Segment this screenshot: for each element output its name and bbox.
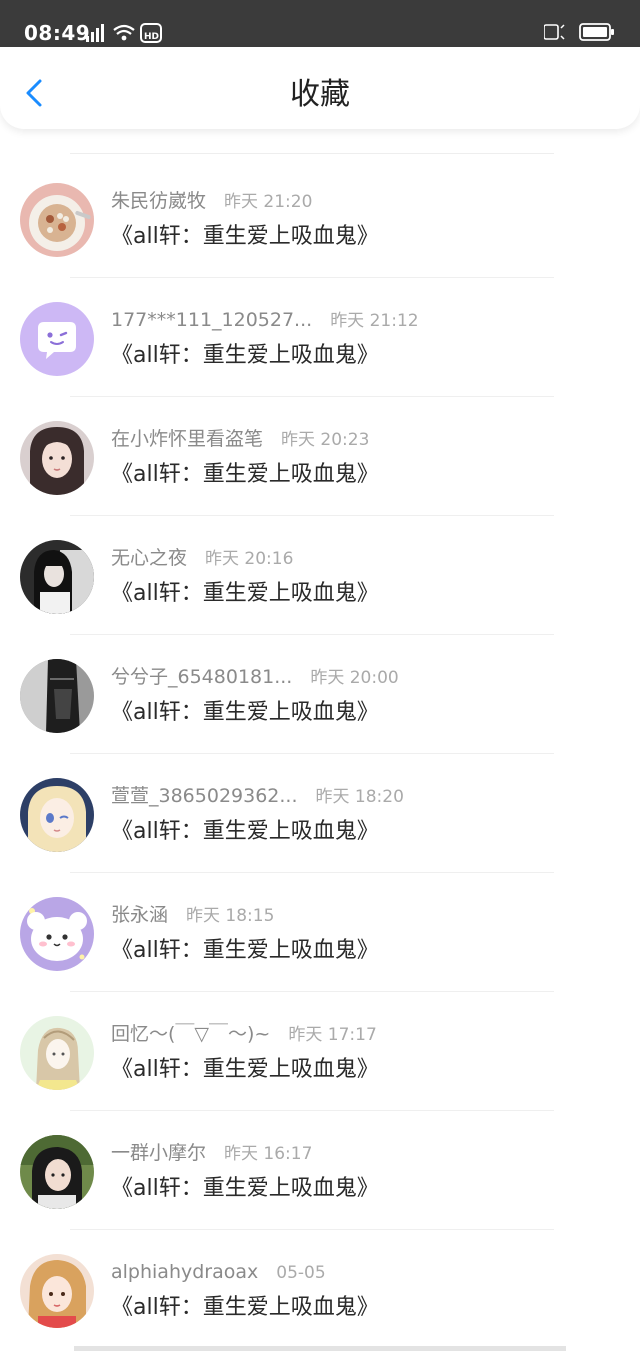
username: 朱民彷崴牧 <box>111 190 207 212</box>
item-meta: 萱萱_3865029362... 昨天 18:20 <box>111 783 404 810</box>
avatar <box>20 1254 94 1328</box>
avatar <box>20 1135 94 1209</box>
username: 回忆～(￣▽￣～)~ <box>111 1023 271 1045</box>
book-title: 《all轩：重生爱上吸血鬼》 <box>111 700 379 725</box>
book-title: 《all轩：重生爱上吸血鬼》 <box>111 1057 379 1082</box>
list-item[interactable]: 张永涵 昨天 18:15 《all轩：重生爱上吸血鬼》 <box>0 873 640 992</box>
item-meta: 在小炸怀里看盗笔 昨天 20:23 <box>111 426 369 453</box>
list-item[interactable]: 回忆～(￣▽￣～)~ 昨天 17:17 《all轩：重生爱上吸血鬼》 <box>0 992 640 1111</box>
list-item[interactable]: 177***111_120527... 昨天 21:12 《all轩：重生爱上吸血… <box>0 278 640 397</box>
avatar <box>20 302 94 376</box>
avatar <box>20 659 94 733</box>
username: 无心之夜 <box>111 547 188 569</box>
timestamp: 昨天 16:17 <box>224 1144 313 1164</box>
username: 177***111_120527... <box>111 309 313 331</box>
username: 张永涵 <box>111 904 169 926</box>
book-title: 《all轩：重生爱上吸血鬼》 <box>111 938 379 963</box>
book-title: 《all轩：重生爱上吸血鬼》 <box>111 581 379 606</box>
list-item[interactable]: 无心之夜 昨天 20:16 《all轩：重生爱上吸血鬼》 <box>0 516 640 635</box>
list-item[interactable]: 在小炸怀里看盗笔 昨天 20:23 《all轩：重生爱上吸血鬼》 <box>0 397 640 516</box>
timestamp: 昨天 18:20 <box>315 787 404 807</box>
item-meta: 朱民彷崴牧 昨天 21:20 <box>111 188 312 215</box>
avatar <box>20 540 94 614</box>
list-item[interactable]: 朱民彷崴牧 昨天 21:20 《all轩：重生爱上吸血鬼》 <box>0 159 640 278</box>
item-meta: alphiahydraoax 05-05 <box>111 1259 326 1286</box>
status-bar: 08:49 HD <box>0 0 640 47</box>
book-title: 《all轩：重生爱上吸血鬼》 <box>111 462 379 487</box>
timestamp: 昨天 20:16 <box>205 549 294 569</box>
book-title: 《all轩：重生爱上吸血鬼》 <box>111 224 379 249</box>
avatar <box>20 1016 94 1090</box>
item-meta: 177***111_120527... 昨天 21:12 <box>111 307 419 334</box>
timestamp: 昨天 20:23 <box>281 430 370 450</box>
avatar <box>20 183 94 257</box>
username: 在小炸怀里看盗笔 <box>111 428 264 450</box>
timestamp: 05-05 <box>276 1263 326 1283</box>
item-meta: 兮兮子_65480181... 昨天 20:00 <box>111 664 399 691</box>
avatar <box>20 778 94 852</box>
timestamp: 昨天 18:15 <box>186 906 275 926</box>
list-item[interactable]: 萱萱_3865029362... 昨天 18:20 《all轩：重生爱上吸血鬼》 <box>0 754 640 873</box>
username: 萱萱_3865029362... <box>111 785 298 807</box>
timestamp: 昨天 21:12 <box>330 311 419 331</box>
username: alphiahydraoax <box>111 1261 259 1283</box>
bottom-scroll-edge <box>74 1346 566 1351</box>
item-meta: 无心之夜 昨天 20:16 <box>111 545 293 572</box>
username: 一群小摩尔 <box>111 1142 207 1164</box>
book-title: 《all轩：重生爱上吸血鬼》 <box>111 343 379 368</box>
username: 兮兮子_65480181... <box>111 666 293 688</box>
battery-icon <box>543 22 616 46</box>
item-meta: 张永涵 昨天 18:15 <box>111 902 274 929</box>
item-meta: 回忆～(￣▽￣～)~ 昨天 17:17 <box>111 1021 377 1048</box>
timestamp: 昨天 20:00 <box>310 668 399 688</box>
divider <box>70 153 554 154</box>
list-item[interactable]: 兮兮子_65480181... 昨天 20:00 《all轩：重生爱上吸血鬼》 <box>0 635 640 754</box>
page-title: 收藏 <box>290 77 350 112</box>
svg-text:HD: HD <box>144 32 159 42</box>
item-meta: 一群小摩尔 昨天 16:17 <box>111 1140 312 1167</box>
book-title: 《all轩：重生爱上吸血鬼》 <box>111 1176 379 1201</box>
list-item[interactable]: 一群小摩尔 昨天 16:17 《all轩：重生爱上吸血鬼》 <box>0 1111 640 1230</box>
list-item[interactable]: alphiahydraoax 05-05 《all轩：重生爱上吸血鬼》 <box>0 1230 640 1349</box>
avatar <box>20 421 94 495</box>
signal-icons: HD <box>86 22 166 48</box>
timestamp: 昨天 17:17 <box>288 1025 377 1045</box>
book-title: 《all轩：重生爱上吸血鬼》 <box>111 1295 379 1320</box>
avatar <box>20 897 94 971</box>
timestamp: 昨天 21:20 <box>224 192 313 212</box>
header: 收藏 <box>0 47 640 129</box>
status-time: 08:49 <box>24 21 91 45</box>
book-title: 《all轩：重生爱上吸血鬼》 <box>111 819 379 844</box>
